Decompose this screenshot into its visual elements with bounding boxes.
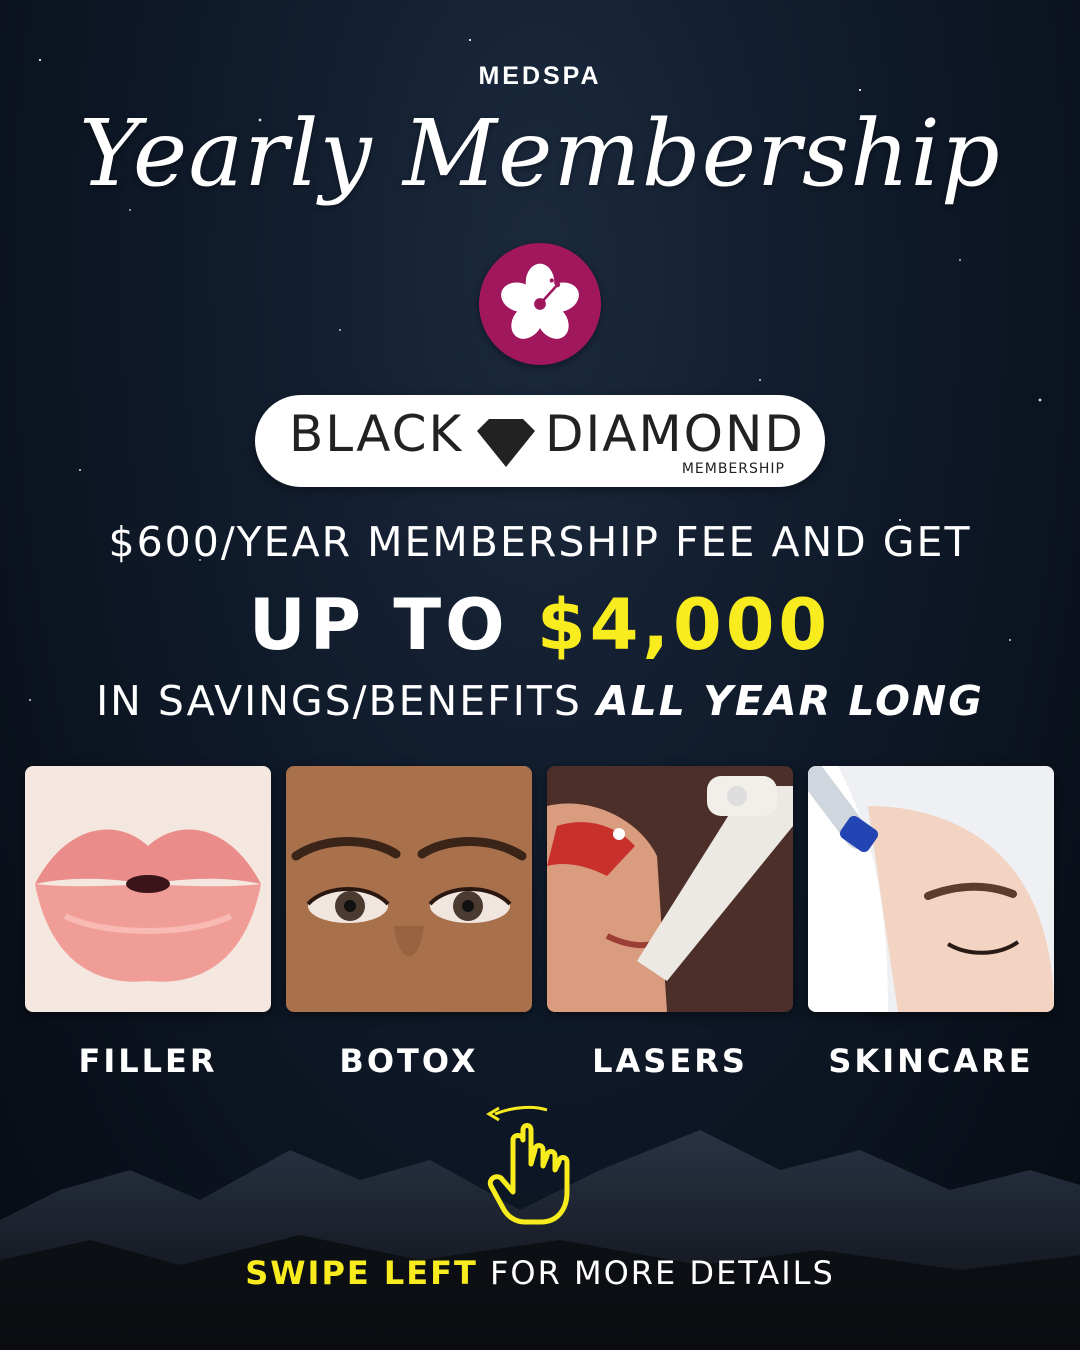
service-label-skincare: SKINCARE [828,1042,1034,1080]
page-title: Yearly Membership [79,100,1001,207]
offer-line-headline: UP TO $4,000 [0,584,1080,666]
diamond-icon [477,419,535,467]
badge-word-black: BLACK [289,405,464,463]
offer-line-fee: $600/YEAR MEMBERSHIP FEE AND GET [108,518,972,566]
offer-headline-prefix: UP TO [248,584,537,666]
cta-highlight: SWIPE LEFT [245,1254,478,1292]
laser-treatment-photo [547,766,793,1012]
brand-name: MEDSPA [478,62,602,90]
offer-benefits-emphasis: ALL YEAR LONG [596,677,984,725]
black-diamond-badge: BLACK DIAMOND MEMBERSHIP [255,395,825,487]
badge-subtitle: MEMBERSHIP [681,461,785,477]
service-label-filler: FILLER [78,1042,218,1080]
swipe-cta: SWIPE LEFT FOR MORE DETAILS [0,1254,1080,1292]
swipe-hand-icon [486,1105,570,1225]
badge-word-diamond: DIAMOND [545,405,805,463]
service-label-botox: BOTOX [339,1042,479,1080]
offer-line-benefits: IN SAVINGS/BENEFITS ALL YEAR LONG [0,677,1080,725]
offer-benefits-prefix: IN SAVINGS/BENEFITS [96,677,597,725]
cta-rest: FOR MORE DETAILS [477,1254,835,1292]
offer-amount: $4,000 [537,584,832,666]
eyes-photo [286,766,532,1012]
service-label-lasers: LASERS [592,1042,748,1080]
logo-badge [479,243,601,365]
facial-treatment-photo [808,766,1054,1012]
hibiscus-icon [501,263,579,339]
lips-photo [25,766,271,1012]
